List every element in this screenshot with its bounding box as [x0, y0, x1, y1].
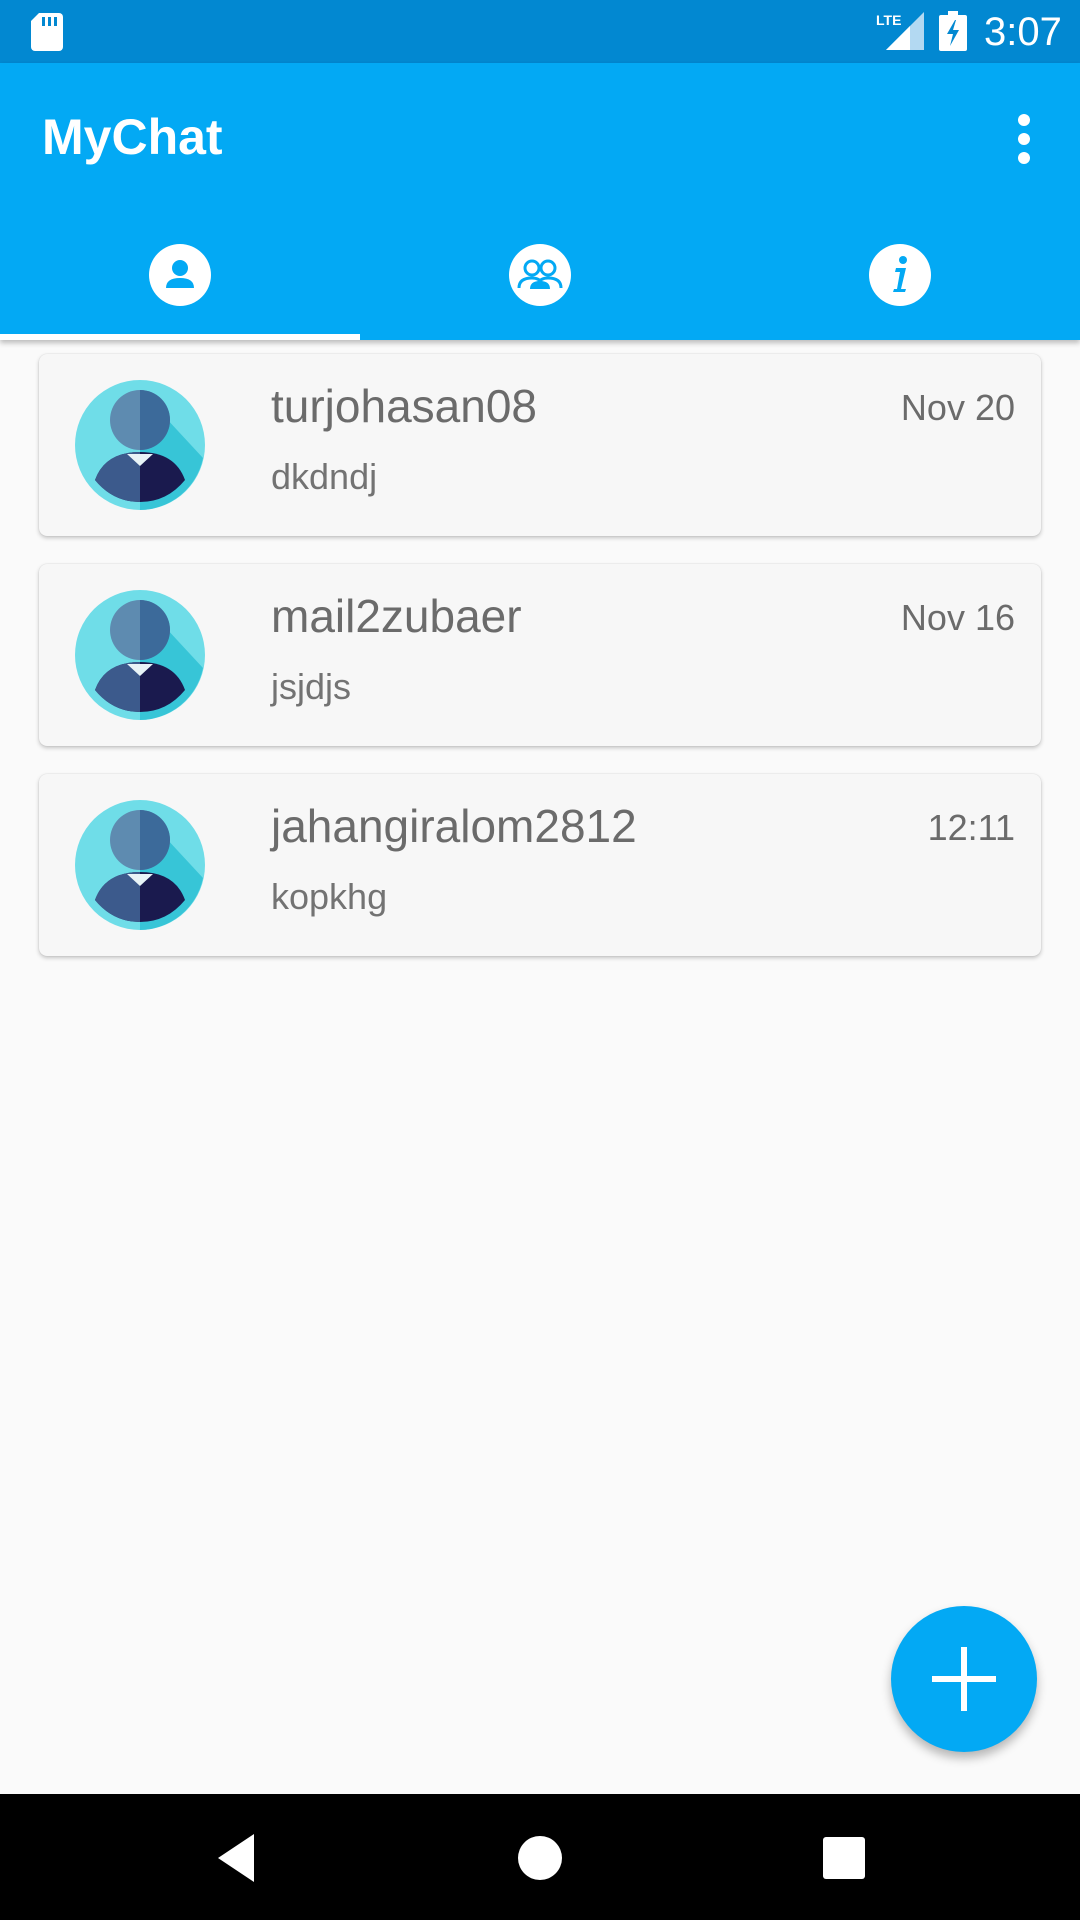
network-label: LTE: [876, 12, 901, 28]
recents-icon[interactable]: [816, 1830, 872, 1886]
tab-groups[interactable]: [360, 233, 720, 340]
new-chat-button[interactable]: [891, 1606, 1037, 1752]
home-icon[interactable]: [512, 1830, 568, 1886]
conversation-item[interactable]: jahangiralom2812 kopkhg 12:11: [39, 774, 1041, 956]
message-time: Nov 16: [900, 597, 1015, 638]
tab-info[interactable]: [720, 233, 1080, 340]
contact-name: jahangiralom2812: [271, 800, 637, 852]
more-vert-icon[interactable]: [1004, 113, 1044, 165]
message-time: Nov 20: [900, 387, 1015, 428]
message-time: 12:11: [927, 807, 1015, 848]
sd-card-icon: [31, 13, 63, 51]
add-icon: [932, 1647, 996, 1711]
battery-charging-icon: [939, 11, 967, 51]
conversation-item[interactable]: mail2zubaer jsjdjs Nov 16: [39, 564, 1041, 746]
info-icon: [869, 244, 931, 306]
avatar: [75, 590, 205, 720]
app-bar: MyChat: [0, 63, 1080, 340]
last-message: jsjdjs: [271, 666, 352, 707]
group-icon: [509, 244, 571, 306]
tab-indicator: [0, 334, 360, 340]
contact-name: mail2zubaer: [271, 590, 522, 642]
back-icon[interactable]: [208, 1830, 264, 1886]
status-bar: LTE 3:07: [0, 0, 1080, 63]
tab-chats[interactable]: [0, 233, 360, 340]
app-title: MyChat: [42, 109, 223, 165]
status-time: 3:07: [984, 10, 1062, 54]
lte-signal-icon: LTE: [876, 12, 924, 50]
avatar: [75, 800, 205, 930]
navigation-bar: [0, 1794, 1080, 1920]
last-message: kopkhg: [271, 876, 388, 917]
avatar: [75, 380, 205, 510]
conversation-item[interactable]: turjohasan08 dkdndj Nov 20: [39, 354, 1041, 536]
person-icon: [149, 244, 211, 306]
last-message: dkdndj: [271, 456, 378, 497]
tab-bar: [0, 233, 1080, 340]
contact-name: turjohasan08: [271, 380, 537, 432]
